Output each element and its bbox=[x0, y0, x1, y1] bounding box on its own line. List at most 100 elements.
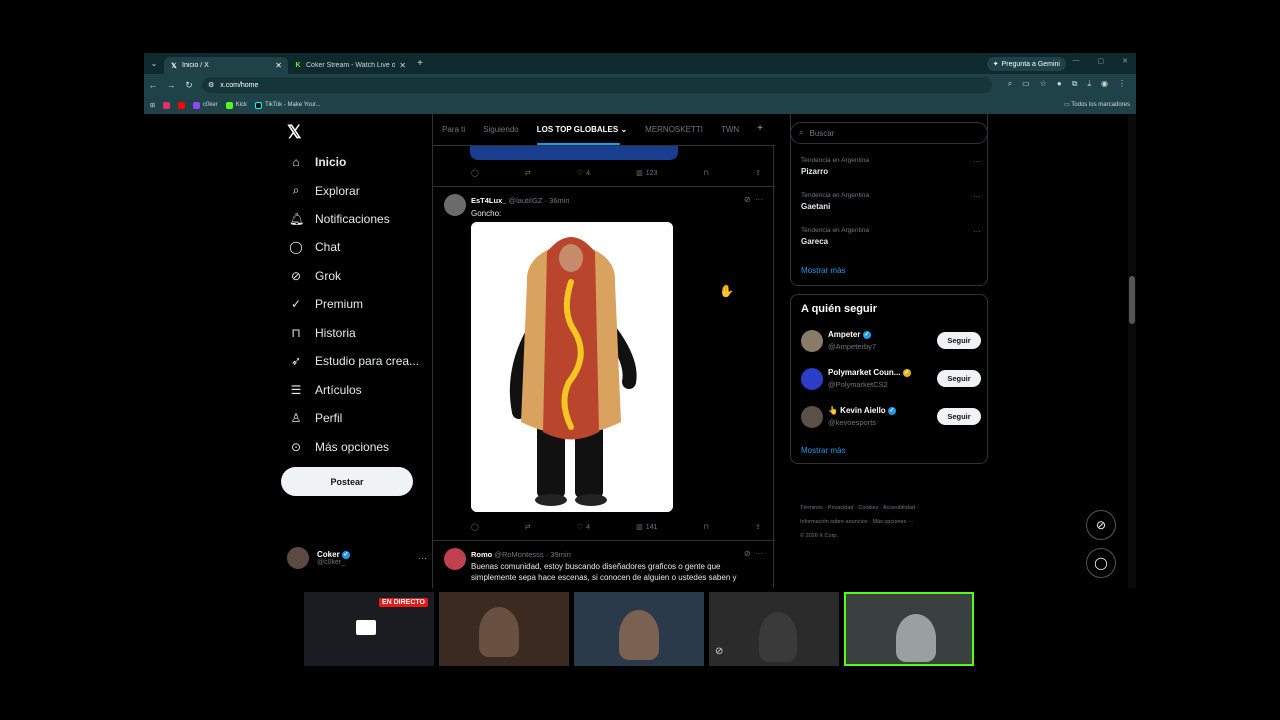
nav-mas-opciones[interactable]: ⊙ Más opciones bbox=[289, 440, 389, 454]
tab-siguiendo[interactable]: Siguiendo bbox=[474, 125, 528, 134]
follow-suggestion[interactable]: 👆 Kevin Aiello ✓ @kevoesports Seguir bbox=[801, 404, 981, 430]
messages-fab-icon[interactable]: ◯ bbox=[1086, 548, 1116, 578]
follow-button[interactable]: Seguir bbox=[937, 332, 981, 349]
like-button[interactable]: ♡ 4 bbox=[577, 169, 590, 178]
share-icon[interactable]: ⇪ bbox=[755, 169, 761, 177]
stream-thumbnail[interactable]: ⊘ bbox=[709, 592, 839, 666]
views-button[interactable]: ▥ 141 bbox=[636, 523, 657, 532]
maximize-icon[interactable]: ▢ bbox=[1098, 57, 1105, 65]
close-icon[interactable]: ✕ bbox=[399, 61, 406, 70]
tab-para-ti[interactable]: Para ti bbox=[433, 125, 474, 134]
follow-show-more[interactable]: Mostrar más bbox=[801, 446, 845, 455]
avatar[interactable] bbox=[444, 194, 466, 216]
nav-grok[interactable]: ⊘ Grok bbox=[289, 269, 341, 283]
more-icon[interactable]: ··· bbox=[973, 157, 981, 166]
extension-icon[interactable]: ● bbox=[1057, 79, 1062, 89]
profile-icon[interactable]: ◉ bbox=[1101, 79, 1108, 89]
tab-twn[interactable]: TWN bbox=[712, 125, 748, 134]
follow-suggestion[interactable]: Polymarket Coun... ✓ @PolymarketCS2 Segu… bbox=[801, 366, 981, 392]
views-button[interactable]: ▥ 123 bbox=[636, 169, 657, 178]
tweet-handle[interactable]: @lautiIGZ bbox=[509, 196, 543, 205]
tweet-author[interactable]: Romo bbox=[471, 550, 492, 559]
tweet-handle[interactable]: @RoMontesss bbox=[494, 550, 543, 559]
trend-item[interactable]: Tendencia en Argentina Gaetani ··· bbox=[801, 192, 981, 211]
apps-icon[interactable]: ⊞ bbox=[150, 102, 155, 109]
trends-show-more[interactable]: Mostrar más bbox=[801, 266, 845, 275]
retweet-icon[interactable]: ⇄ bbox=[525, 523, 531, 531]
bookmark-tiktok[interactable]: TikTok - Make Your... bbox=[255, 101, 321, 109]
more-icon[interactable]: ··· bbox=[418, 553, 427, 563]
grok-icon[interactable]: ⊘ bbox=[744, 195, 751, 204]
account-switcher[interactable]: Coker ✓ @c0ker_ ··· bbox=[287, 547, 427, 569]
share-icon[interactable]: ⇪ bbox=[755, 523, 761, 531]
scroll-thumb[interactable] bbox=[1129, 276, 1135, 324]
back-icon[interactable]: ← bbox=[144, 80, 162, 90]
minimize-icon[interactable]: — bbox=[1073, 57, 1080, 65]
more-icon[interactable]: ··· bbox=[973, 227, 981, 236]
more-icon[interactable]: ··· bbox=[755, 549, 763, 558]
footer-line[interactable]: Información sobre anuncios · Más opcione… bbox=[800, 515, 990, 529]
grok-fab-icon[interactable]: ⊘ bbox=[1086, 510, 1116, 540]
tweet-author[interactable]: EsT4Lux_ bbox=[471, 196, 506, 205]
nav-explorar[interactable]: ⌕ Explorar bbox=[289, 183, 360, 198]
nav-estudio[interactable]: ➶ Estudio para crea... bbox=[289, 354, 419, 368]
follow-suggestion[interactable]: Ampeter ✓ @Ampeterby7 Seguir bbox=[801, 328, 981, 354]
close-window-icon[interactable]: ✕ bbox=[1122, 57, 1128, 65]
footer-line[interactable]: Términos · Privacidad · Cookies · Accesi… bbox=[800, 501, 990, 515]
star-icon[interactable]: ☆ bbox=[1040, 79, 1047, 89]
reload-icon[interactable]: ↻ bbox=[180, 80, 198, 91]
forward-icon[interactable]: → bbox=[162, 80, 180, 90]
download-icon[interactable]: ⤓ bbox=[1087, 79, 1091, 89]
tab-mernosketti[interactable]: MERNOSKETTI bbox=[636, 125, 712, 134]
site-info-icon[interactable]: ⚙ bbox=[208, 81, 214, 89]
post-button[interactable]: Postear bbox=[281, 467, 413, 496]
nav-notificaciones[interactable]: 🔔︎ Notificaciones bbox=[289, 212, 390, 226]
stream-thumbnail[interactable]: EN DIRECTO bbox=[304, 592, 434, 666]
scrollbar[interactable] bbox=[1128, 114, 1136, 588]
nav-inicio[interactable]: ⌂ Inicio bbox=[289, 155, 346, 169]
more-icon[interactable]: ··· bbox=[755, 195, 763, 204]
reply-icon[interactable]: ◯ bbox=[471, 523, 479, 531]
follow-button[interactable]: Seguir bbox=[937, 408, 981, 425]
trend-item[interactable]: Tendencia en Argentina Pizarro ··· bbox=[801, 157, 981, 176]
tab-los-top-globales[interactable]: LOS TOP GLOBALES ⌄ bbox=[528, 125, 636, 145]
stream-thumbnail-selected[interactable] bbox=[844, 592, 974, 666]
tab-x-home[interactable]: 𝕏 Inicio / X ✕ bbox=[164, 57, 288, 74]
bookmark-youtube[interactable] bbox=[178, 101, 186, 109]
tweet-time[interactable]: · 36min bbox=[545, 196, 570, 205]
tab-search-icon[interactable]: ⌄ bbox=[144, 59, 164, 68]
bookmark-c0ker[interactable]: c0ker bbox=[193, 101, 218, 109]
puzzle-icon[interactable]: ⧉ bbox=[1072, 79, 1078, 89]
gemini-button[interactable]: ✦ Pregunta a Gemini bbox=[986, 57, 1066, 71]
retweet-icon[interactable]: ⇄ bbox=[525, 169, 531, 177]
trend-item[interactable]: Tendencia en Argentina Gareca ··· bbox=[801, 227, 981, 246]
zoom-icon[interactable]: ⌕ bbox=[1008, 79, 1012, 89]
previous-tweet-image[interactable] bbox=[470, 146, 678, 160]
nav-premium[interactable]: ✓ Premium bbox=[289, 297, 363, 311]
nav-perfil[interactable]: ♙ Perfil bbox=[289, 411, 343, 425]
close-icon[interactable]: ✕ bbox=[275, 61, 282, 70]
new-tab-button[interactable]: + bbox=[412, 58, 428, 69]
cast-icon[interactable]: ▭ bbox=[1022, 79, 1030, 89]
url-field[interactable]: ⚙ x.com/home bbox=[202, 77, 992, 93]
all-bookmarks[interactable]: ▭ Todos los marcadores bbox=[1064, 101, 1130, 108]
bookmark-kick[interactable]: Kick bbox=[225, 101, 247, 109]
tweet-image-hotdog-costume[interactable] bbox=[471, 222, 673, 512]
follow-button[interactable]: Seguir bbox=[937, 370, 981, 387]
menu-icon[interactable]: ⋮ bbox=[1118, 79, 1126, 89]
nav-historia[interactable]: ⊓ Historia bbox=[289, 326, 355, 340]
stream-thumbnail[interactable] bbox=[439, 592, 569, 666]
tweet-time[interactable]: · 39min bbox=[546, 550, 571, 559]
stream-thumbnail[interactable] bbox=[574, 592, 704, 666]
avatar[interactable] bbox=[444, 548, 466, 570]
tab-kick-stream[interactable]: K Coker Stream - Watch Live on Kick ✕ bbox=[288, 57, 412, 74]
x-logo-icon[interactable]: 𝕏 bbox=[287, 122, 302, 143]
nav-articulos[interactable]: ☰ Artículos bbox=[289, 383, 362, 397]
bookmark-icon[interactable]: ⊓ bbox=[704, 523, 709, 531]
nav-chat[interactable]: ◯ Chat bbox=[289, 240, 340, 254]
bookmark-instagram[interactable] bbox=[163, 101, 171, 109]
bookmark-icon[interactable]: ⊓ bbox=[704, 169, 709, 177]
grok-icon[interactable]: ⊘ bbox=[744, 549, 751, 558]
reply-icon[interactable]: ◯ bbox=[471, 169, 479, 177]
add-tab-icon[interactable]: + bbox=[757, 123, 763, 134]
